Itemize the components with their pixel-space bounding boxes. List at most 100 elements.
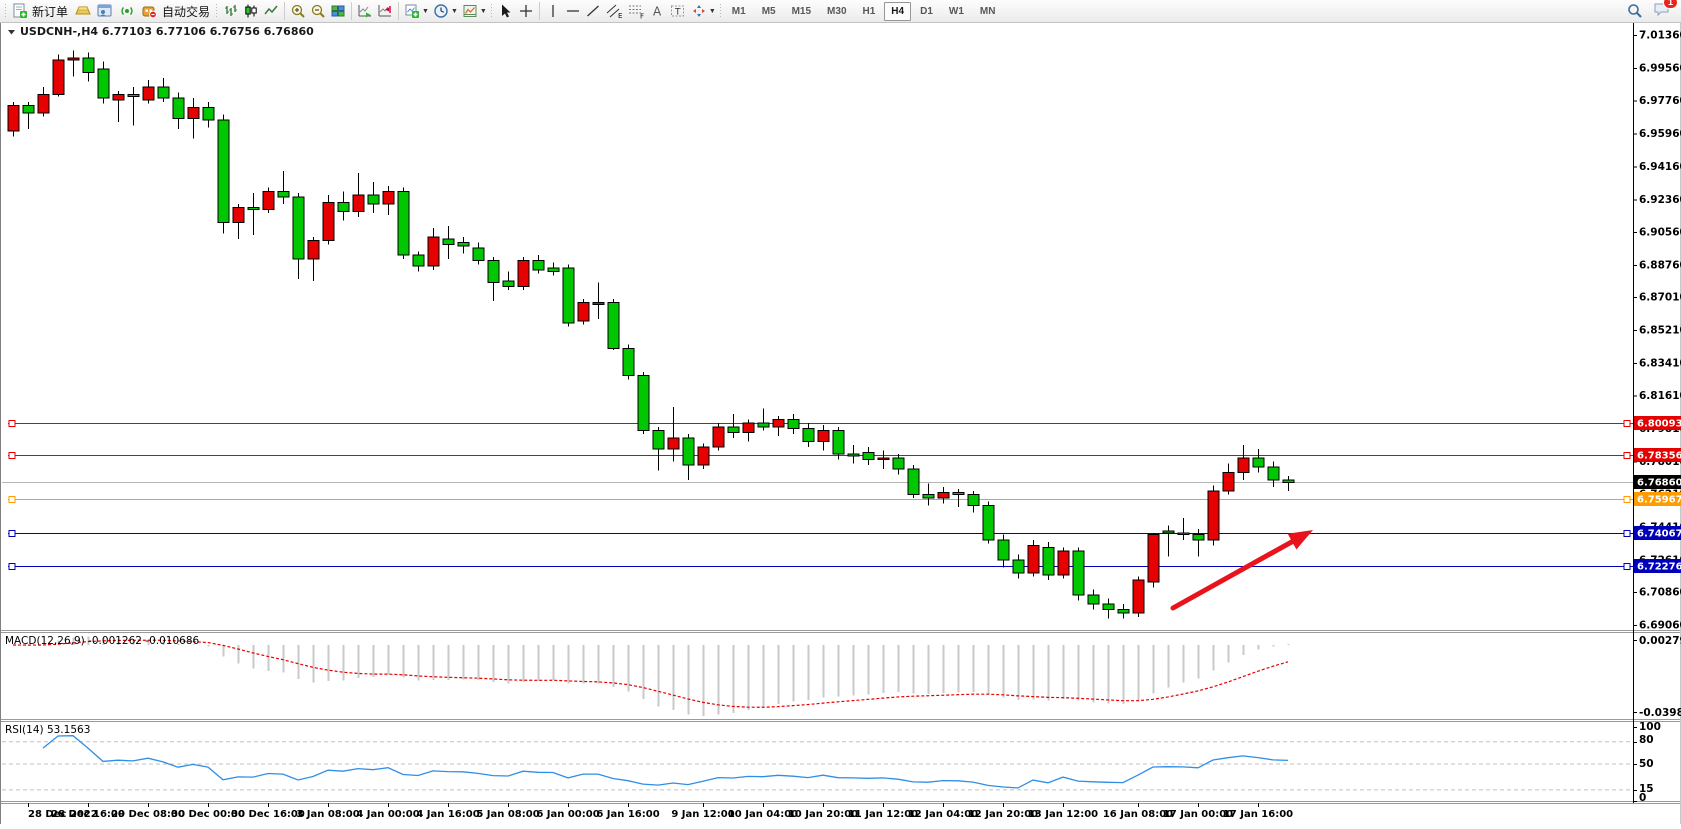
toolbar-separator xyxy=(398,2,399,20)
line-anchor-handle[interactable] xyxy=(9,564,15,570)
period-clock-icon xyxy=(433,3,449,19)
timeframe-button-H1[interactable]: H1 xyxy=(856,2,883,21)
trendline-tool-button[interactable] xyxy=(583,1,603,21)
autotrading-label[interactable]: 自动交易 xyxy=(160,3,214,20)
arrows-tool-icon xyxy=(691,3,707,19)
templates-button[interactable]: ▼ xyxy=(460,1,489,21)
price-axis-label: 6.70860 xyxy=(1639,586,1681,598)
autotrading-button[interactable] xyxy=(138,1,160,21)
equidistant-channel-icon: E xyxy=(605,3,623,19)
candlestick xyxy=(998,540,1009,560)
line-chart-mode-button[interactable] xyxy=(261,1,281,21)
candlestick xyxy=(773,420,784,427)
timeframe-button-H4[interactable]: H4 xyxy=(884,2,911,21)
time-axis-label: 30 Dec 16:00 xyxy=(231,809,305,820)
candlestick xyxy=(908,469,919,495)
candlestick xyxy=(848,454,859,456)
zoom-out-button[interactable] xyxy=(308,1,328,21)
signals-icon xyxy=(118,3,136,19)
candlestick xyxy=(68,58,79,60)
search-icon[interactable] xyxy=(1627,3,1643,19)
line-anchor-handle[interactable] xyxy=(1624,564,1630,570)
vertical-line-tool-button[interactable] xyxy=(543,1,563,21)
chart-canvas[interactable]: 7.013606.995606.977606.959606.941606.923… xyxy=(0,22,1681,824)
candlestick-mode-button[interactable] xyxy=(241,1,261,21)
line-anchor-handle[interactable] xyxy=(9,421,15,427)
cursor-button[interactable] xyxy=(496,1,516,21)
vertical-line-icon xyxy=(546,3,560,19)
line-anchor-handle[interactable] xyxy=(1624,497,1630,503)
candlestick xyxy=(443,239,454,244)
timeframe-button-M5[interactable]: M5 xyxy=(755,2,783,21)
new-order-icon xyxy=(12,3,28,19)
timeframe-button-W1[interactable]: W1 xyxy=(942,2,971,21)
signals-button[interactable] xyxy=(116,1,138,21)
time-axis-label: 17 Jan 16:00 xyxy=(1223,809,1293,820)
text-label-tool-button[interactable]: T xyxy=(667,1,689,21)
time-axis-label: 4 Jan 00:00 xyxy=(356,809,419,820)
chart-shift-button[interactable] xyxy=(375,1,395,21)
text-tool-icon: A xyxy=(649,3,665,19)
line-anchor-handle[interactable] xyxy=(9,453,15,459)
timeframe-button-D1[interactable]: D1 xyxy=(913,2,940,21)
gold-symbol-button[interactable] xyxy=(72,1,94,21)
new-order-button[interactable] xyxy=(10,1,30,21)
candlestick xyxy=(98,69,109,98)
line-anchor-handle[interactable] xyxy=(1624,421,1630,427)
fibonacci-tool-button[interactable]: F xyxy=(625,1,647,21)
gold-bar-icon xyxy=(74,3,92,19)
zoom-in-button[interactable] xyxy=(288,1,308,21)
time-axis-label: 3 Jan 08:00 xyxy=(296,809,359,820)
crosshair-button[interactable] xyxy=(516,1,536,21)
candlestick xyxy=(1223,473,1234,491)
toolbar-separator xyxy=(284,2,285,20)
time-axis-label: 13 Jan 12:00 xyxy=(1028,809,1098,820)
candlestick xyxy=(1148,535,1159,582)
price-axis-label: 6.95960 xyxy=(1639,128,1681,140)
timeframe-button-M15[interactable]: M15 xyxy=(785,2,818,21)
line-anchor-handle[interactable] xyxy=(9,497,15,503)
chart-window: 7.013606.995606.977606.959606.941606.923… xyxy=(0,22,1681,829)
candlestick xyxy=(683,438,694,465)
notification-badge[interactable]: 1 xyxy=(1663,0,1678,9)
line-anchor-handle[interactable] xyxy=(9,531,15,537)
chart-shift-icon xyxy=(377,3,393,19)
timeframe-button-MN[interactable]: MN xyxy=(973,2,1003,21)
candlestick xyxy=(1238,458,1249,473)
new-order-label[interactable]: 新订单 xyxy=(30,3,72,20)
tile-windows-button[interactable] xyxy=(328,1,348,21)
line-anchor-handle[interactable] xyxy=(1624,453,1630,459)
time-axis-label: 6 Jan 00:00 xyxy=(536,809,599,820)
periods-button[interactable]: ▼ xyxy=(431,1,460,21)
timeframe-button-M30[interactable]: M30 xyxy=(820,2,853,21)
arrows-tool-button[interactable]: ▼ xyxy=(689,1,718,21)
candlestick-mode-icon xyxy=(243,3,259,19)
horizontal-line-tool-button[interactable] xyxy=(563,1,583,21)
text-tool-button[interactable]: A xyxy=(647,1,667,21)
candlestick xyxy=(1103,604,1114,609)
new-chart-button[interactable]: ▼ xyxy=(402,1,431,21)
timeframe-button-M1[interactable]: M1 xyxy=(725,2,753,21)
candlestick xyxy=(1268,467,1279,480)
candlestick xyxy=(113,95,124,100)
price-axis-label: 6.81610 xyxy=(1639,390,1681,402)
group-drag-handle xyxy=(490,4,493,18)
bar-chart-mode-button[interactable] xyxy=(221,1,241,21)
candlestick xyxy=(953,493,964,495)
rsi-axis-label: 80 xyxy=(1639,734,1654,746)
equidistant-channel-tool-button[interactable]: E xyxy=(603,1,625,21)
line-anchor-handle[interactable] xyxy=(1624,531,1630,537)
profiles-icon xyxy=(96,3,114,19)
candlestick xyxy=(203,107,214,120)
time-axis-label: 9 Jan 12:00 xyxy=(671,809,734,820)
chart-title: USDCNH-,H4 6.77103 6.77106 6.76756 6.768… xyxy=(20,25,314,38)
candlestick xyxy=(1208,491,1219,540)
candlestick xyxy=(788,420,799,429)
candlestick xyxy=(1193,535,1204,540)
candlestick xyxy=(728,427,739,432)
candlestick xyxy=(803,429,814,442)
candlestick xyxy=(1178,533,1189,535)
profiles-button[interactable] xyxy=(94,1,116,21)
auto-scroll-button[interactable] xyxy=(355,1,375,21)
candlestick xyxy=(1058,551,1069,575)
